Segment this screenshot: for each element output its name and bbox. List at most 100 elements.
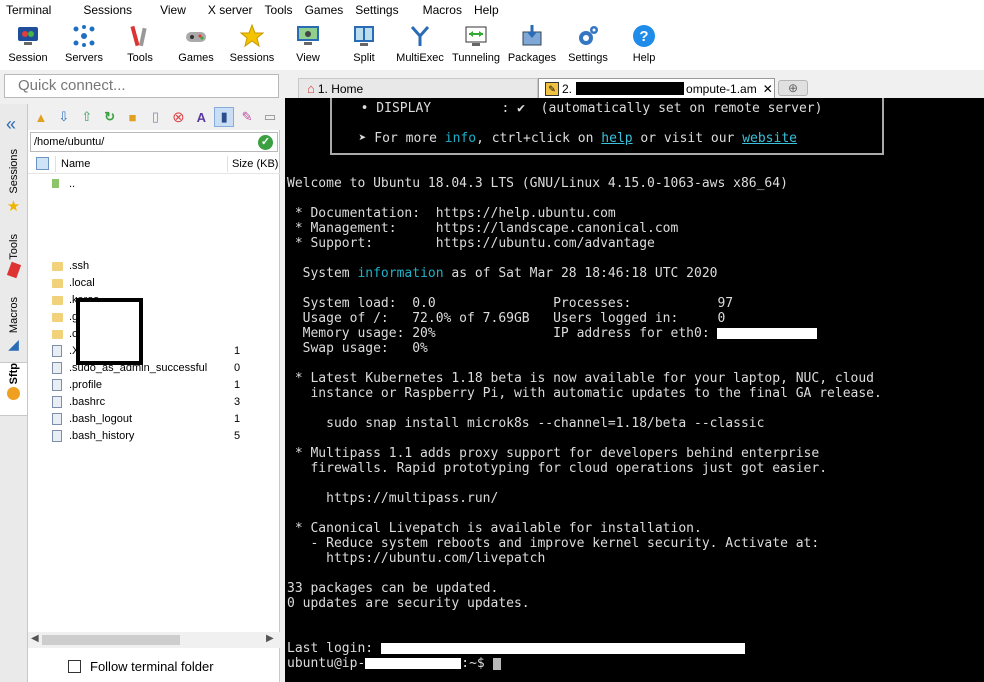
file-row[interactable]: .bash_history 5 — [28, 428, 280, 445]
file-size: 1 — [234, 345, 241, 357]
menu-tools[interactable]: Tools — [259, 0, 299, 20]
tab-home[interactable]: ⌂ 1. Home — [298, 78, 538, 98]
tools-button[interactable]: Tools — [112, 20, 168, 70]
file-list-header: Name Size (KB) — [28, 154, 280, 174]
tab-tools[interactable]: Tools — [0, 234, 27, 290]
swap-line: Swap usage: 0% — [287, 341, 428, 356]
k8s-line-3: sudo snap install microk8s --channel=1.1… — [287, 416, 765, 431]
scrollbar-thumb[interactable] — [42, 635, 180, 645]
file-row[interactable]: .bash_logout 1 — [28, 411, 280, 428]
parent-dir-icon — [52, 179, 59, 188]
file-row[interactable]: .cache — [28, 326, 280, 343]
path-ok-icon[interactable]: ✓ — [258, 135, 273, 150]
file-name: .bashrc — [69, 396, 106, 408]
checkbox-box[interactable] — [68, 660, 81, 673]
svg-text:?: ? — [639, 28, 648, 45]
file-row[interactable]: .gnupg — [28, 309, 280, 326]
file-icon — [52, 396, 62, 408]
games-button[interactable]: Games — [168, 20, 224, 70]
file-row[interactable]: .local — [28, 275, 280, 292]
file-icon — [52, 362, 62, 374]
menu-help[interactable]: Help — [468, 0, 505, 20]
follow-terminal-folder-checkbox[interactable]: Follow terminal folder — [68, 659, 214, 674]
split-button[interactable]: Split — [336, 20, 392, 70]
tab-session-2[interactable]: ✎ 2. ompute-1.am ✕ — [538, 78, 775, 98]
parent-folder-icon[interactable]: ▲ — [31, 107, 51, 127]
file-name: .profile — [69, 379, 103, 391]
rename-icon[interactable]: A — [191, 107, 211, 127]
menu-sessions[interactable]: Sessions — [77, 0, 138, 20]
terminal-view-icon[interactable]: ▮ — [214, 107, 235, 127]
usage-line: Usage of /: 72.0% of 7.69GB Users logged… — [287, 311, 726, 326]
refresh-icon[interactable]: ↻ — [100, 107, 120, 127]
download-icon[interactable]: ⇩ — [54, 107, 74, 127]
file-row[interactable]: .Xauthority1 — [28, 343, 280, 360]
file-row[interactable]: .sudo_as_admin_successful 0 — [28, 360, 280, 377]
scroll-right-icon[interactable]: ▶ — [266, 633, 274, 644]
livepatch-line-1: * Canonical Livepatch is available for i… — [287, 521, 702, 536]
file-row[interactable]: .bashrc 3 — [28, 394, 280, 411]
new-file-icon[interactable]: ▯ — [146, 107, 166, 127]
website-link[interactable]: website — [742, 131, 797, 146]
menu-view[interactable]: View — [154, 0, 192, 20]
help-button[interactable]: ? Help — [616, 20, 672, 70]
servers-icon — [71, 23, 97, 49]
new-folder-icon[interactable]: ■ — [123, 107, 143, 127]
support-line: * Support: https://ubuntu.com/advantage — [287, 236, 655, 251]
upload-icon[interactable]: ⇧ — [77, 107, 97, 127]
redacted-block — [76, 298, 143, 365]
menu-games[interactable]: Games — [299, 0, 350, 20]
sessions-button[interactable]: Sessions — [224, 20, 280, 70]
file-row[interactable]: .profile 1 — [28, 377, 280, 394]
banner-more-line: ➤ For more info, ctrl+click on help or v… — [343, 131, 797, 146]
close-tab-icon[interactable]: ✕ — [763, 82, 773, 96]
delete-icon[interactable]: ⊗ — [168, 107, 188, 127]
welcome-line: Welcome to Ubuntu 18.04.3 LTS (GNU/Linux… — [287, 176, 788, 191]
main-toolbar: Session Servers Tools Games Sessions Vie… — [0, 20, 984, 70]
tab-macros[interactable]: Macros ◢ — [0, 297, 27, 361]
menu-settings[interactable]: Settings — [349, 0, 404, 20]
menu-macros[interactable]: Macros — [417, 0, 468, 20]
help-link[interactable]: help — [601, 131, 632, 146]
session-button[interactable]: Session — [0, 20, 56, 70]
collapse-panel-icon[interactable]: « — [6, 115, 16, 133]
file-icon — [52, 379, 62, 391]
folder-icon — [52, 330, 63, 339]
column-size[interactable]: Size (KB) — [232, 158, 278, 170]
tab-home-label: 1. Home — [317, 81, 364, 96]
file-row[interactable]: .keras — [28, 292, 280, 309]
packages-icon — [519, 23, 545, 49]
file-name: .local — [69, 277, 95, 289]
edit-icon[interactable]: ✎ — [237, 107, 257, 127]
folder-icon — [52, 313, 63, 322]
tab-sessions[interactable]: Sessions ★ — [0, 149, 27, 229]
quick-connect-input[interactable]: Quick connect... — [4, 74, 279, 98]
sessions-label: Sessions — [229, 52, 275, 64]
scroll-left-icon[interactable]: ◀ — [31, 633, 39, 644]
properties-icon[interactable]: ▭ — [260, 107, 280, 127]
packages-label: Packages — [507, 52, 557, 64]
prompt-line[interactable]: ubuntu@ip-:~$ — [287, 656, 501, 671]
multiexec-button[interactable]: MultiExec — [392, 20, 448, 70]
tab-sftp[interactable]: Sftp — [0, 362, 27, 416]
menu-x-server[interactable]: X server — [202, 0, 259, 20]
servers-button[interactable]: Servers — [56, 20, 112, 70]
sftp-path-input[interactable]: /home/ubuntu/ ✓ — [30, 132, 278, 152]
horizontal-scrollbar[interactable]: ◀ ▶ — [28, 632, 280, 648]
file-icon — [52, 413, 62, 425]
file-size: 0 — [234, 362, 241, 374]
terminal[interactable]: • DISPLAY : ✔ (automatically set on remo… — [285, 98, 984, 682]
file-row[interactable]: .. — [28, 176, 280, 193]
view-button[interactable]: View — [280, 20, 336, 70]
file-row[interactable]: .ssh — [28, 258, 280, 275]
tab-sessions-label: Sessions — [7, 149, 20, 194]
file-icon — [52, 345, 62, 357]
settings-button[interactable]: Settings — [560, 20, 616, 70]
new-tab-button[interactable]: ⊕ — [778, 80, 808, 96]
sftp-panel: ▲ ⇩ ⇧ ↻ ■ ▯ ⊗ A ▮ ✎ ▭ /home/ubuntu/ ✓ Na… — [28, 104, 280, 682]
column-name[interactable]: Name — [61, 158, 90, 170]
tab-session-prefix: 2. — [562, 81, 573, 96]
tunneling-button[interactable]: Tunneling — [448, 20, 504, 70]
packages-button[interactable]: Packages — [504, 20, 560, 70]
menu-terminal[interactable]: Terminal — [0, 0, 57, 20]
